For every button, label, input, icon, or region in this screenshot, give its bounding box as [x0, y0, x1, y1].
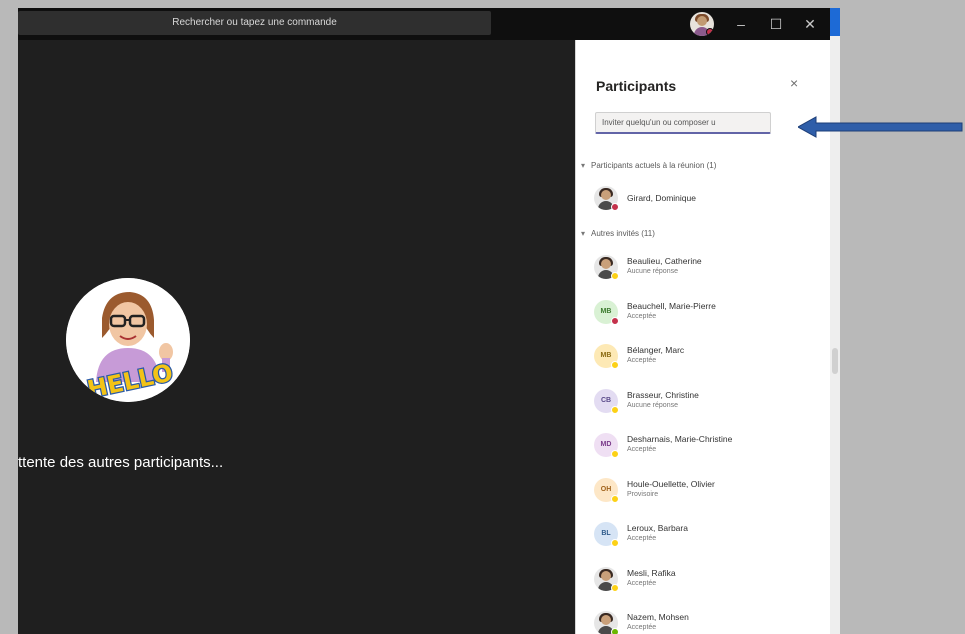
chevron-down-icon: ▾: [581, 161, 586, 170]
minimize-button[interactable]: –: [731, 14, 751, 34]
current-participants-section[interactable]: ▾ Participants actuels à la réunion (1): [581, 161, 716, 170]
other-invitees-section[interactable]: ▾ Autres invités (11): [581, 229, 655, 238]
presence-status-icon: [611, 203, 619, 211]
participant-name: Beauchell, Marie-Pierre: [627, 300, 716, 311]
teams-window: Rechercher ou tapez une commande – ☐ ✕ H…: [18, 8, 830, 634]
presence-status-icon: [611, 361, 619, 369]
rsvp-status: Acceptée: [627, 624, 657, 631]
participant-name: Brasseur, Christine: [627, 389, 699, 400]
presence-status-icon: [611, 628, 619, 634]
presence-status-icon: [611, 539, 619, 547]
participant-row[interactable]: OH Houle-Ouellette, Olivier Provisoire: [594, 476, 814, 512]
participants-panel: Participants × ▾ Participants actuels à l…: [575, 40, 830, 634]
annotation-arrow-icon: [798, 116, 963, 138]
participant-name: Mesli, Rafika: [627, 567, 676, 578]
presence-status-icon: [611, 494, 619, 503]
participant-row[interactable]: Nazem, Mohsen Acceptée: [594, 609, 814, 634]
presence-status-icon: [611, 272, 619, 280]
participant-row[interactable]: MB Bélanger, Marc Acceptée: [594, 342, 814, 378]
presence-status-icon: [611, 316, 619, 325]
participant-row[interactable]: Beaulieu, Catherine Aucune réponse: [594, 253, 814, 289]
rsvp-status: Acceptée: [627, 535, 657, 542]
participant-row[interactable]: BL Leroux, Barbara Acceptée: [594, 520, 814, 556]
close-window-button[interactable]: ✕: [800, 14, 820, 34]
screenshot-stage: Rechercher ou tapez une commande – ☐ ✕ H…: [0, 0, 965, 634]
presence-status-icon: [611, 405, 619, 414]
presence-status-icon: [611, 583, 619, 592]
rsvp-status: Acceptée: [627, 446, 657, 453]
meeting-stage: HELLO ttente des autres participants...: [18, 40, 575, 634]
participant-row[interactable]: Girard, Dominique: [594, 184, 814, 220]
participant-name: Nazem, Mohsen: [627, 612, 689, 622]
invite-input[interactable]: [595, 112, 771, 134]
section-label: Autres invités (11): [591, 229, 655, 238]
participant-name: Leroux, Barbara: [627, 523, 688, 533]
rsvp-status: Acceptée: [627, 579, 657, 587]
participant-name: Desharnais, Marie-Christine: [627, 434, 733, 444]
presence-status-icon: [611, 450, 619, 458]
participant-name: Bélanger, Marc: [627, 345, 685, 355]
meeting-avatar-bitmoji: HELLO: [66, 278, 190, 402]
maximize-button[interactable]: ☐: [766, 14, 786, 34]
command-search-box[interactable]: Rechercher ou tapez une commande: [18, 11, 491, 35]
title-bar: Rechercher ou tapez une commande – ☐ ✕: [18, 8, 830, 40]
rsvp-status: Aucune réponse: [627, 268, 678, 275]
close-panel-button[interactable]: ×: [790, 75, 798, 91]
participant-row[interactable]: CB Brasseur, Christine Aucune réponse: [594, 387, 814, 423]
panel-title: Participants: [596, 78, 677, 94]
section-label: Participants actuels à la réunion (1): [591, 161, 717, 170]
participant-name: Beaulieu, Catherine: [627, 256, 702, 266]
chevron-down-icon: ▾: [581, 229, 586, 238]
participant-name: Girard, Dominique: [627, 193, 696, 203]
participant-row[interactable]: MD Desharnais, Marie-Christine Acceptée: [594, 431, 814, 467]
participant-name: Houle-Ouellette, Olivier: [627, 478, 715, 489]
participant-row[interactable]: MB Beauchell, Marie-Pierre Acceptée: [594, 298, 814, 334]
rsvp-status: Provisoire: [627, 490, 659, 498]
user-avatar[interactable]: [690, 12, 714, 36]
background-window-edge: [830, 8, 840, 36]
participant-row[interactable]: Mesli, Rafika Acceptée: [594, 565, 814, 601]
waiting-message: ttente des autres participants...: [18, 454, 224, 471]
rsvp-status: Acceptée: [627, 312, 657, 320]
rsvp-status: Aucune réponse: [627, 401, 678, 409]
scrollbar[interactable]: [830, 8, 840, 634]
rsvp-status: Acceptée: [627, 357, 657, 364]
